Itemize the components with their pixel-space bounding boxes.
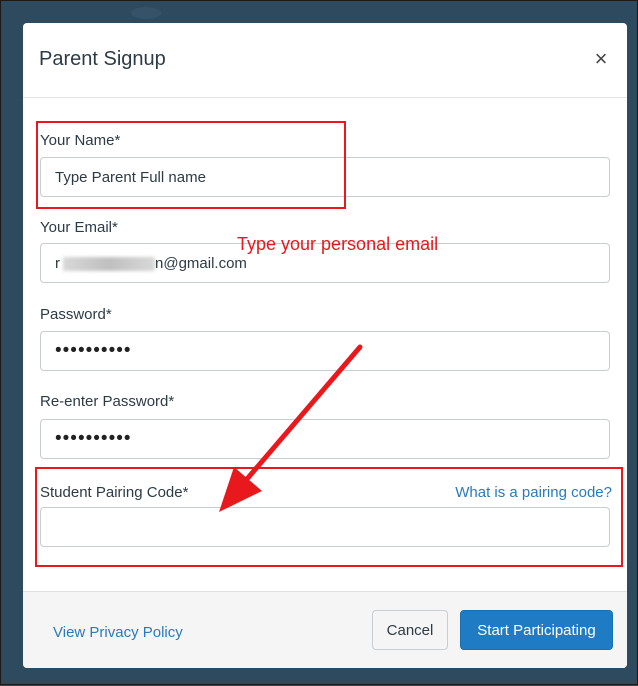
pairing-code-label: Student Pairing Code* [40, 484, 189, 501]
name-field[interactable] [40, 157, 610, 197]
modal-footer: View Privacy Policy Cancel Start Partici… [23, 591, 627, 668]
reenter-password-value: •••••••••• [55, 428, 132, 449]
email-label: Your Email* [40, 219, 118, 236]
password-value: •••••••••• [55, 340, 132, 361]
email-value-domain: n@gmail.com [155, 255, 247, 272]
email-value-prefix: r [55, 255, 60, 272]
screenshot-frame: Parent Signup × Your Name* Your Email* r… [0, 0, 638, 685]
modal-title: Parent Signup [39, 48, 166, 70]
cancel-button[interactable]: Cancel [372, 610, 448, 650]
name-label: Your Name* [40, 132, 121, 149]
pairing-code-field[interactable] [40, 507, 610, 547]
background-logo [131, 7, 161, 19]
reenter-password-field[interactable]: •••••••••• [40, 419, 610, 459]
modal-header: Parent Signup × [23, 23, 627, 98]
pairing-code-help-link[interactable]: What is a pairing code? [455, 484, 612, 501]
parent-signup-modal: Parent Signup × Your Name* Your Email* r… [23, 23, 627, 668]
close-button[interactable]: × [591, 47, 611, 71]
start-participating-button[interactable]: Start Participating [460, 610, 613, 650]
email-annotation-text: Type your personal email [237, 234, 439, 254]
privacy-policy-link[interactable]: View Privacy Policy [53, 624, 183, 641]
password-field[interactable]: •••••••••• [40, 331, 610, 371]
email-redaction-blur [63, 257, 155, 271]
password-label: Password* [40, 306, 112, 323]
reenter-password-label: Re-enter Password* [40, 393, 175, 410]
